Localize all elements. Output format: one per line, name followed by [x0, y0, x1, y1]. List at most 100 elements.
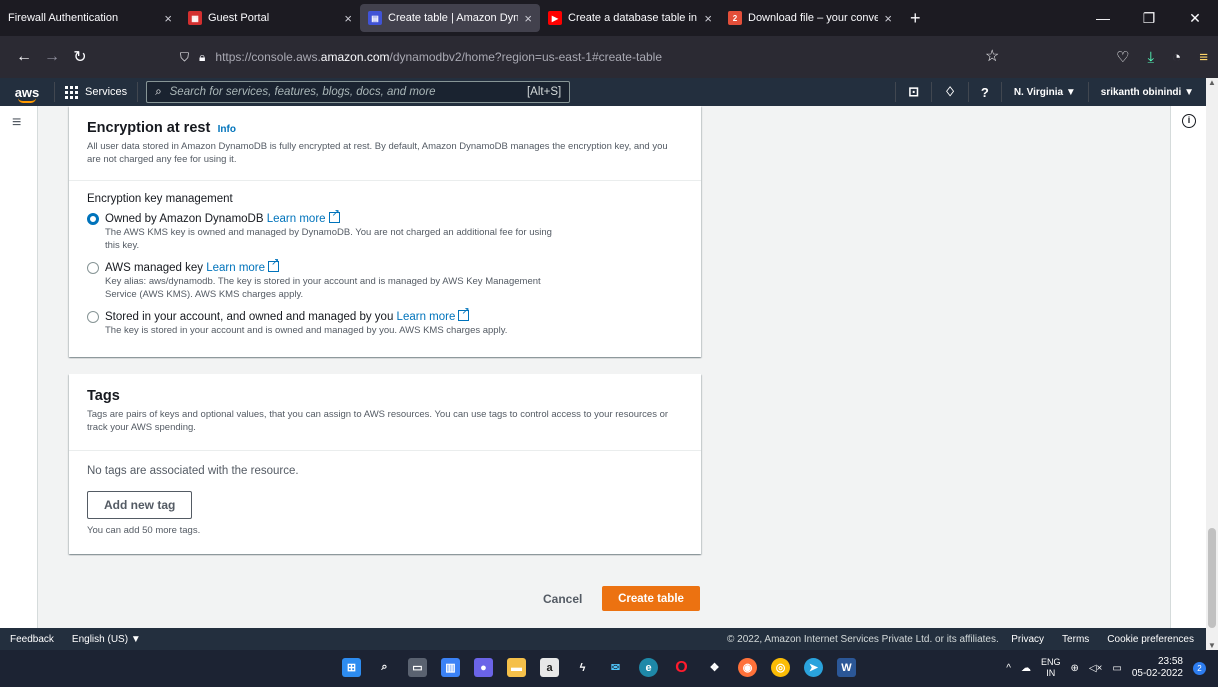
amazon-icon[interactable]: a: [540, 658, 559, 677]
terms-link[interactable]: Terms: [1062, 634, 1089, 645]
close-window-icon[interactable]: ✕: [1172, 0, 1218, 36]
tab-title: Firewall Authentication: [8, 12, 119, 24]
radio-button[interactable]: [87, 213, 99, 225]
firefox-icon[interactable]: ◉: [738, 658, 757, 677]
feedback-link[interactable]: Feedback: [10, 634, 54, 645]
region-selector[interactable]: N. Virginia ▼: [1000, 82, 1088, 102]
help-icon[interactable]: ?: [967, 82, 1001, 102]
pocket-icon[interactable]: ♡: [1116, 48, 1129, 66]
no-tags-message: No tags are associated with the resource…: [87, 465, 299, 477]
lightning-icon[interactable]: ϟ: [573, 658, 592, 677]
task-view-icon[interactable]: ▭: [408, 658, 427, 677]
language-selector[interactable]: English (US) ▼: [72, 634, 141, 645]
menu-icon[interactable]: ≡: [1199, 49, 1208, 66]
widgets-icon[interactable]: ▥: [441, 658, 460, 677]
search-placeholder: Search for services, features, blogs, do…: [169, 86, 436, 98]
aws-logo[interactable]: aws: [0, 85, 54, 103]
lock-icon[interactable]: 🔒︎: [199, 50, 205, 65]
hamburger-menu-icon[interactable]: ≡: [12, 114, 21, 132]
new-tab-button[interactable]: +: [900, 0, 931, 36]
tags-title: Tags: [87, 388, 120, 404]
info-icon[interactable]: i: [1182, 114, 1196, 128]
url-text[interactable]: https://console.aws.amazon.com/dynamodbv…: [215, 50, 662, 64]
file-explorer-icon[interactable]: ▬: [507, 658, 526, 677]
tab-download[interactable]: 2 Download file – your conversio ×: [720, 0, 900, 36]
close-icon[interactable]: ×: [164, 11, 172, 26]
windows-taskbar: ⊞ ⌕ ▭ ▥ ● ▬ a ϟ ✉ e O ❖ ◉ ◎ ➤ W ^ ☁ ENG I…: [0, 650, 1218, 687]
learn-more-link[interactable]: Learn more: [206, 262, 265, 274]
bell-icon[interactable]: ♢: [931, 82, 968, 102]
page-scrollbar[interactable]: ▲ ▼: [1206, 78, 1218, 650]
encryption-info-link[interactable]: Info: [218, 124, 236, 135]
forward-icon[interactable]: →: [38, 48, 66, 66]
scroll-up-icon[interactable]: ▲: [1206, 78, 1218, 87]
user-menu[interactable]: srikanth obinindi ▼: [1087, 82, 1206, 102]
extension-icon[interactable]: ◔: [1172, 49, 1181, 66]
restore-icon[interactable]: ❐: [1126, 0, 1172, 36]
cancel-button[interactable]: Cancel: [543, 592, 582, 606]
url-bar[interactable]: ⛉ 🔒︎ https://console.aws.amazon.com/dyna…: [180, 42, 1010, 72]
option-label: AWS managed key: [105, 262, 204, 274]
external-link-icon: [268, 257, 279, 272]
fortinet-icon: ▦: [188, 11, 202, 25]
mail-icon[interactable]: ✉: [606, 658, 625, 677]
close-icon[interactable]: ×: [704, 11, 712, 26]
radio-option-aws-managed[interactable]: AWS managed key Learn more Key alias: aw…: [87, 257, 683, 301]
learn-more-link[interactable]: Learn more: [397, 311, 456, 323]
close-icon[interactable]: ×: [884, 11, 892, 26]
opera-icon[interactable]: O: [672, 658, 691, 677]
tab-youtube[interactable]: ▶ Create a database table in clou ×: [540, 0, 720, 36]
dropbox-icon[interactable]: ❖: [705, 658, 724, 677]
radio-option-owned[interactable]: Owned by Amazon DynamoDB Learn more The …: [87, 208, 683, 252]
search-input[interactable]: ⌕ Search for services, features, blogs, …: [146, 81, 571, 103]
battery-icon[interactable]: ▭: [1112, 663, 1121, 674]
edge-icon[interactable]: e: [639, 658, 658, 677]
external-link-icon: [458, 306, 470, 321]
clock[interactable]: 23:58 05-02-2022: [1132, 656, 1183, 680]
reload-icon[interactable]: ↻: [66, 47, 94, 67]
chrome-icon[interactable]: ◎: [771, 658, 790, 677]
cookie-preferences-link[interactable]: Cookie preferences: [1107, 634, 1194, 645]
shield-icon[interactable]: ⛉: [180, 50, 189, 65]
teams-chat-icon[interactable]: ●: [474, 658, 493, 677]
radio-option-customer-managed[interactable]: Stored in your account, and owned and ma…: [87, 306, 683, 338]
windows-start-icon[interactable]: ⊞: [342, 658, 361, 677]
create-table-button[interactable]: Create table: [602, 586, 700, 611]
close-icon[interactable]: ×: [524, 11, 532, 26]
tab-title: Create a database table in clou: [568, 12, 698, 24]
weather-icon[interactable]: ☁: [1021, 663, 1031, 674]
back-icon[interactable]: ←: [10, 48, 38, 66]
copyright: © 2022, Amazon Internet Services Private…: [727, 633, 999, 645]
scrollbar-thumb[interactable]: [1208, 528, 1216, 628]
search-icon[interactable]: ⌕: [375, 658, 394, 677]
add-new-tag-button[interactable]: Add new tag: [87, 491, 193, 519]
notification-badge[interactable]: 2: [1193, 661, 1206, 675]
radio-button[interactable]: [87, 311, 99, 323]
encryption-description: All user data stored in Amazon DynamoDB …: [87, 141, 668, 165]
services-menu[interactable]: Services: [54, 82, 139, 102]
browser-tab-bar: Firewall Authentication × ▦ Guest Portal…: [0, 0, 1218, 36]
radio-button[interactable]: [87, 262, 99, 274]
cloudshell-icon[interactable]: ⊡: [895, 82, 931, 102]
tab-create-table[interactable]: ▤ Create table | Amazon Dynamo ×: [360, 4, 540, 32]
search-icon: ⌕: [155, 85, 162, 98]
close-icon[interactable]: ×: [344, 11, 352, 26]
chevron-up-icon[interactable]: ^: [1006, 663, 1011, 674]
volume-icon[interactable]: ◁×: [1089, 663, 1103, 674]
download-icon[interactable]: ⤓: [1148, 49, 1155, 66]
option-description: Key alias: aws/dynamodb. The key is stor…: [105, 276, 541, 300]
bookmark-star-icon[interactable]: ☆: [985, 46, 999, 66]
word-icon[interactable]: W: [837, 658, 856, 677]
tab-firewall-auth[interactable]: Firewall Authentication ×: [0, 0, 180, 36]
option-label: Owned by Amazon DynamoDB: [105, 213, 264, 225]
learn-more-link[interactable]: Learn more: [267, 213, 326, 225]
network-icon[interactable]: ⊕: [1070, 663, 1078, 674]
minimize-icon[interactable]: —: [1080, 0, 1126, 36]
tab-guest-portal[interactable]: ▦ Guest Portal ×: [180, 0, 360, 36]
privacy-link[interactable]: Privacy: [1011, 634, 1044, 645]
language-indicator[interactable]: ENG IN: [1041, 657, 1061, 679]
tags-description: Tags are pairs of keys and optional valu…: [87, 409, 669, 433]
scroll-down-icon[interactable]: ▼: [1206, 641, 1218, 650]
tags-remaining-note: You can add 50 more tags.: [87, 525, 201, 536]
telegram-icon[interactable]: ➤: [804, 658, 823, 677]
